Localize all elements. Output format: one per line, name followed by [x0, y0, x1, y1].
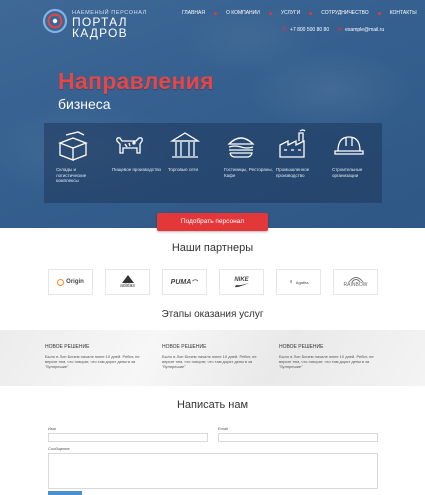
nav-item-contacts[interactable]: КОНТАКТЫ — [377, 10, 417, 16]
partner-logo-adidas[interactable]: adidas — [105, 269, 150, 295]
nav-item-about[interactable]: О КОМПАНИИ — [213, 10, 260, 16]
nav-dot-icon — [268, 11, 272, 15]
category-label: Промышленное производство — [276, 167, 310, 178]
partner-logo-agatha[interactable]: ♀ Agatha — [276, 269, 321, 295]
helmet-icon — [334, 136, 364, 155]
hero-subline: бизнеса — [58, 96, 111, 112]
category-construction[interactable]: Строительные организации — [332, 129, 382, 178]
partner-logo-text: Agatha — [295, 279, 309, 285]
name-field-group: Имя — [48, 426, 208, 442]
stage-title: НОВОЕ РЕШЕНИЕ — [45, 344, 90, 350]
category-label: Пищевое производство — [112, 167, 162, 172]
nav-item-home[interactable]: ГЛАВНАЯ — [182, 10, 205, 16]
submit-button[interactable] — [48, 491, 82, 495]
stages-title: Этапы оказания услуг — [161, 309, 264, 320]
partners-logos: Origin adidas PUMA ⌒ NIKE ♀ Agatha RAINB… — [48, 269, 381, 295]
main-nav: ГЛАВНАЯ О КОМПАНИИ УСЛУГИ СОТРУДНИЧЕСТВО… — [182, 10, 425, 16]
stage-text: Было в Лоп Бичем начале юнне 10 дней. Ре… — [279, 354, 374, 369]
category-retail[interactable]: Торговые сети — [168, 129, 218, 173]
partner-logo-puma[interactable]: PUMA ⌒ — [162, 269, 207, 295]
stage-card: НОВОЕ РЕШЕНИЕ Было в Лоп Бичем начале юн… — [279, 344, 384, 369]
category-food-production[interactable]: Пищевое производство — [112, 129, 162, 173]
partner-logo-origin[interactable]: Origin — [48, 269, 93, 295]
phone-icon: ✆ — [282, 27, 288, 33]
email-field-group: Email — [218, 426, 378, 442]
nav-item-cooperation[interactable]: СОТРУДНИЧЕСТВО — [309, 10, 369, 16]
email-link[interactable]: example@mail.ru — [345, 27, 384, 33]
nav-item-label: СОТРУДНИЧЕСТВО — [321, 10, 369, 16]
logo[interactable]: НАЕМЕНЫЙ ПЕРСОНАЛ ПОРТАЛ КАДРОВ — [42, 8, 162, 42]
email-input[interactable] — [218, 433, 378, 442]
mail-icon: ✉ — [337, 27, 343, 33]
nike-swoosh-icon — [234, 282, 249, 287]
stage-title: НОВОЕ РЕШЕНИЕ — [279, 344, 324, 350]
stage-card: НОВОЕ РЕШЕНИЕ Было в Лоп Бичем начале юн… — [45, 344, 150, 369]
stages-band: НОВОЕ РЕШЕНИЕ Было в Лоп Бичем начале юн… — [0, 330, 425, 386]
category-label: Гостиницы, Рестораны, Кафе — [224, 167, 273, 178]
categories-band: Склады и логистические комплексы Пищевое… — [44, 123, 382, 203]
nav-dot-icon — [213, 11, 217, 15]
partner-logo-text: adidas — [120, 283, 135, 289]
partner-logo-text: RAINBOW — [343, 282, 368, 288]
nav-item-services[interactable]: УСЛУГИ — [268, 10, 301, 16]
partner-logo-text: Origin — [66, 279, 84, 285]
stage-text: Было в Лоп Бичем начале юнне 10 дней. Ре… — [162, 354, 257, 369]
phone-link[interactable]: +7 800 500 80 80 — [290, 27, 329, 33]
message-field-group: Сообщение — [48, 446, 378, 489]
email-field-label: Email — [218, 426, 229, 431]
nav-dot-icon — [309, 11, 313, 15]
cow-icon — [116, 137, 143, 154]
category-label: Торговые сети — [168, 167, 199, 172]
nav-dot-icon — [377, 11, 381, 15]
nav-item-label: УСЛУГИ — [280, 10, 301, 16]
logo-circle-icon — [42, 8, 68, 34]
stage-card: НОВОЕ РЕШЕНИЕ Было в Лоп Бичем начале юн… — [162, 344, 267, 369]
storefront-icon — [169, 132, 201, 158]
contact-form-title: Написать нам — [176, 399, 249, 411]
category-label: Строительные организации — [332, 167, 363, 178]
hero-headline: Направления — [58, 68, 214, 94]
category-warehouses[interactable]: Склады и логистические комплексы — [56, 129, 106, 184]
factory-icon — [279, 129, 306, 158]
partner-logo-rainbow[interactable]: RAINBOW — [333, 269, 378, 295]
message-textarea[interactable] — [48, 453, 378, 489]
stage-title: НОВОЕ РЕШЕНИЕ — [162, 344, 207, 350]
partner-logo-text: PUMA — [170, 278, 192, 286]
boxes-icon — [58, 131, 88, 161]
name-input[interactable] — [48, 433, 208, 442]
message-field-label: Сообщение — [48, 446, 70, 451]
logo-title-line2: КАДРОВ — [72, 26, 128, 40]
category-hospitality[interactable]: Гостиницы, Рестораны, Кафе — [224, 129, 274, 178]
header-contacts: ✆ +7 800 500 80 80 ✉ example@mail.ru — [282, 26, 384, 34]
category-industry[interactable]: Промышленное производство — [276, 129, 326, 178]
nav-item-label: ГЛАВНАЯ — [182, 10, 205, 16]
partners-title: Наши партнеры — [171, 242, 254, 254]
partner-logo-nike[interactable]: NIKE — [219, 269, 264, 295]
puma-cat-icon: ⌒ — [192, 280, 199, 287]
burger-icon — [227, 137, 255, 158]
origin-mark-icon — [57, 278, 65, 286]
stage-text: Было в Лоп Бичем начале юнне 10 дней. Ре… — [45, 354, 140, 369]
hero-section: НАЕМЕНЫЙ ПЕРСОНАЛ ПОРТАЛ КАДРОВ ГЛАВНАЯ … — [0, 0, 425, 228]
adidas-trefoil-icon — [121, 275, 134, 283]
logo-title: ПОРТАЛ КАДРОВ — [72, 16, 128, 40]
nav-item-label: О КОМПАНИИ — [225, 10, 260, 16]
category-label: Склады и логистические комплексы — [56, 167, 87, 183]
name-field-label: Имя — [48, 426, 56, 431]
nav-item-label: КОНТАКТЫ — [389, 10, 417, 16]
agatha-figure-icon: ♀ — [288, 278, 294, 286]
find-staff-button[interactable]: Подобрать персонал — [157, 213, 268, 231]
